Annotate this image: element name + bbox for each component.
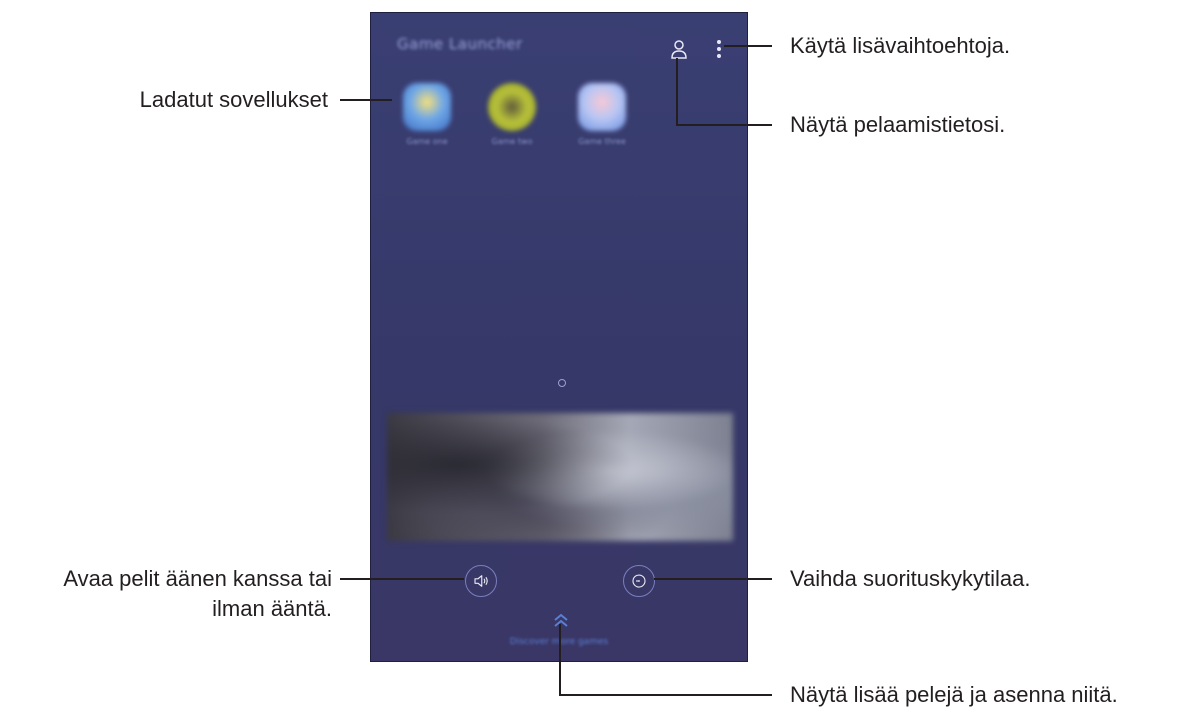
app-title: Game Launcher (397, 35, 523, 53)
callout-line-more-games-v (559, 624, 561, 696)
callout-more-games: Näytä lisää pelejä ja asenna niitä. (790, 682, 1118, 707)
callout-profile: Näytä pelaamistietosi. (790, 112, 1006, 137)
performance-mode-button[interactable] (623, 565, 655, 597)
callout-line-profile-h (676, 124, 772, 126)
chevron-up-icon[interactable] (551, 611, 571, 629)
game-app-icon (578, 83, 626, 131)
featured-banner[interactable] (387, 413, 733, 541)
game-item[interactable]: Game three (571, 83, 633, 146)
page-indicator (558, 379, 566, 387)
more-options-icon[interactable] (707, 37, 731, 61)
game-app-icon (488, 83, 536, 131)
callout-sound-line2: ilman ääntä. (212, 596, 332, 621)
callout-line-sound (340, 578, 464, 580)
callout-line-more-games-h (559, 694, 772, 696)
game-label: Game two (491, 137, 533, 146)
game-label: Game three (578, 137, 626, 146)
callout-line-more-options (724, 45, 772, 47)
callout-sound-line1: Avaa pelit äänen kanssa tai (63, 566, 332, 591)
callout-performance: Vaihda suorituskykytilaa. (790, 566, 1031, 591)
callout-more-options: Käytä lisävaihtoehtoja. (790, 33, 1011, 58)
profile-icon[interactable] (667, 37, 691, 61)
performance-icon (632, 574, 646, 588)
callout-line-profile (676, 58, 678, 126)
game-app-icon (403, 83, 451, 131)
callout-downloaded-apps: Ladatut sovellukset (139, 87, 328, 112)
game-item[interactable]: Game one (396, 83, 458, 146)
sound-toggle-button[interactable] (465, 565, 497, 597)
callout-line-performance (654, 578, 772, 580)
callout-line-downloaded-apps (340, 99, 392, 101)
game-item[interactable]: Game two (481, 83, 543, 146)
sound-icon (474, 575, 488, 587)
game-launcher-screen: Game Launcher Game one Game two Game thr… (370, 12, 748, 662)
game-label: Game one (406, 137, 448, 146)
